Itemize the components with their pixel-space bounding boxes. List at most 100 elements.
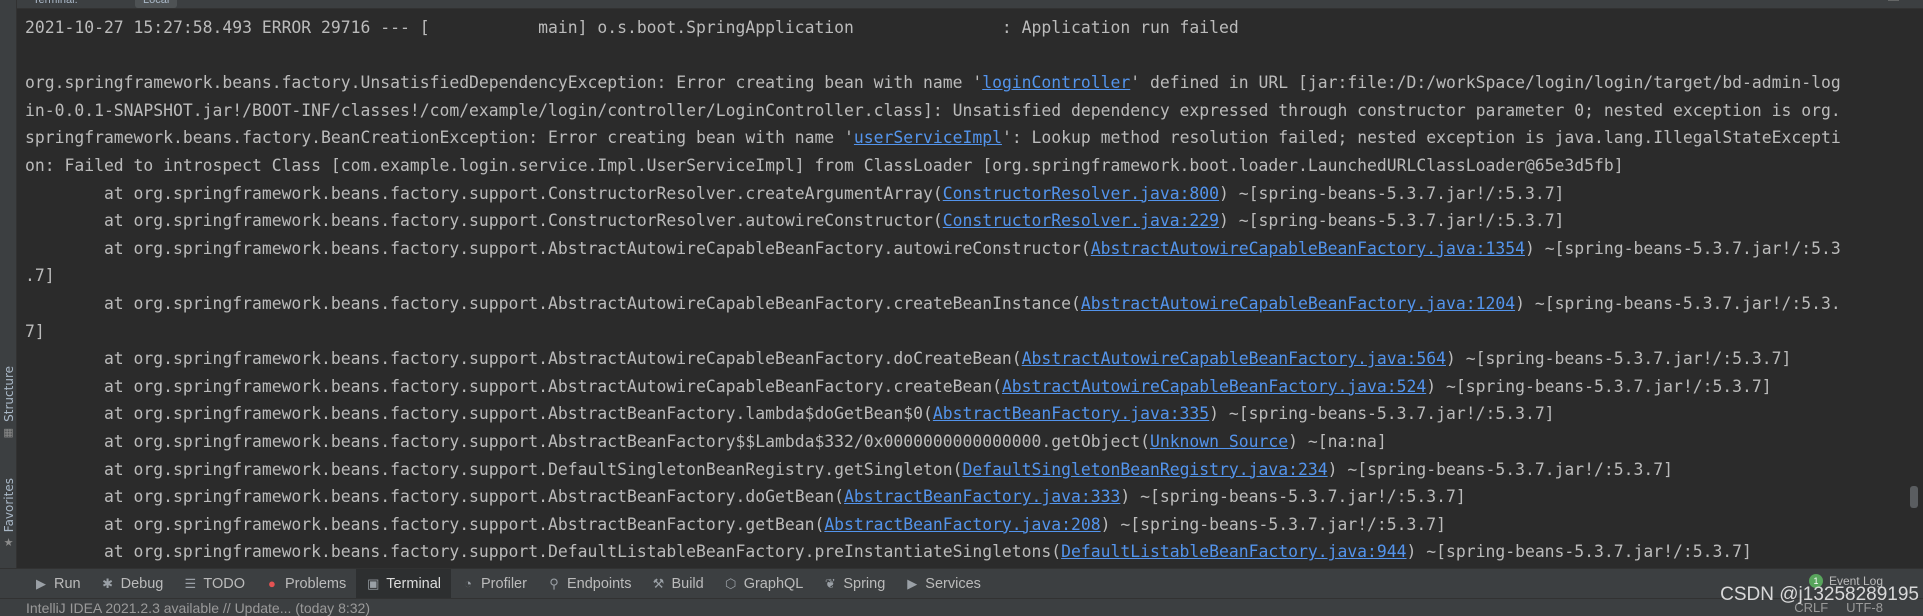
services-icon: ▶	[907, 575, 918, 591]
minimize-icon[interactable]: —	[1888, 0, 1899, 6]
log-text: at org.springframework.beans.factory.sup…	[25, 431, 1150, 451]
watermark: CSDN @j13258289195	[1720, 584, 1919, 605]
tool-label: TODO	[203, 575, 245, 592]
log-text: ) ~[spring-beans-5.3.7.jar!/:5.3.	[1515, 293, 1841, 313]
log-text: at org.springframework.beans.factory.sup…	[25, 514, 825, 534]
tool-label: Endpoints	[566, 575, 632, 592]
profiler-icon: ◔	[464, 576, 472, 591]
tool-label: Terminal	[386, 575, 442, 592]
error-circle-icon: ●	[268, 576, 276, 591]
log-line: at org.springframework.beans.factory.sup…	[25, 235, 1905, 263]
log-text: ) ~[spring-beans-5.3.7.jar!/:5.3.7]	[1120, 487, 1466, 507]
tool-endpoints[interactable]: ⚲ Endpoints	[537, 569, 642, 599]
log-line: at org.springframework.beans.factory.sup…	[25, 428, 1905, 456]
tool-spring[interactable]: ❦ Spring	[813, 569, 895, 599]
play-icon: ▶	[36, 575, 46, 591]
tool-terminal[interactable]: ▣ Terminal	[356, 568, 452, 599]
terminal-output[interactable]: 2021-10-27 15:27:58.493 ERROR 29716 --- …	[17, 10, 1905, 568]
tool-label: Build	[671, 575, 704, 592]
tool-services[interactable]: ▶ Services	[895, 569, 991, 599]
terminal-icon: ▣	[367, 575, 380, 591]
log-text: ) ~[spring-beans-5.3.7.jar!/:5.3.7]	[1209, 404, 1555, 424]
source-link[interactable]: AbstractAutowireCapableBeanFactory.java:…	[1091, 239, 1525, 258]
source-link[interactable]: ConstructorResolver.java:800	[943, 184, 1219, 203]
log-text: ) ~[spring-beans-5.3.7.jar!/:5.3.7]	[1426, 376, 1772, 396]
log-text: at org.springframework.beans.factory.sup…	[25, 542, 1062, 562]
log-line: at org.springframework.beans.factory.sup…	[25, 511, 1905, 539]
source-link[interactable]: AbstractBeanFactory.java:335	[933, 404, 1209, 423]
log-text: on: Failed to introspect Class [com.exam…	[25, 155, 1624, 175]
log-text: ': Lookup method resolution failed; nest…	[1001, 128, 1841, 148]
left-tool-strip: Structure ▦ Favorites ★	[0, 0, 17, 568]
log-text: in-0.0.1-SNAPSHOT.jar!/BOOT-INF/classes!…	[25, 100, 1841, 120]
source-link[interactable]: ConstructorResolver.java:229	[943, 211, 1219, 230]
tool-label: Services	[925, 575, 981, 592]
bug-icon: ✱	[102, 575, 114, 591]
tab-local[interactable]: Local	[135, 0, 178, 8]
status-message[interactable]: IntelliJ IDEA 2021.2.3 available // Upda…	[26, 600, 370, 616]
tool-run[interactable]: ▶ Run	[24, 569, 91, 599]
tool-label: Debug	[120, 575, 164, 592]
log-text: 2021-10-27 15:27:58.493 ERROR 29716 --- …	[25, 18, 1239, 37]
tool-label: Run	[54, 575, 81, 592]
log-text: .7]	[25, 266, 55, 286]
spring-leaf-icon: ❦	[824, 575, 836, 591]
log-line: at org.springframework.beans.factory.sup…	[25, 345, 1905, 373]
structure-tab-label: Structure	[1, 366, 16, 422]
source-link[interactable]: loginController	[982, 73, 1130, 92]
log-text: ) ~[spring-beans-5.3.7.jar!/:5.3.7]	[1219, 183, 1565, 203]
favorites-tab[interactable]: Favorites ★	[0, 478, 17, 549]
star-icon: ★	[3, 537, 14, 550]
endpoints-icon: ⚲	[549, 575, 559, 591]
structure-tab[interactable]: Structure ▦	[0, 366, 17, 439]
log-line: 7]	[25, 318, 1905, 346]
terminal-title: Terminal:	[33, 0, 78, 6]
log-text: at org.springframework.beans.factory.sup…	[25, 376, 1002, 396]
log-text: at org.springframework.beans.factory.sup…	[25, 293, 1081, 313]
tool-problems[interactable]: ● Problems	[255, 569, 356, 599]
tool-label: Spring	[843, 575, 886, 592]
log-line: at org.springframework.beans.factory.sup…	[25, 483, 1905, 511]
vertical-scrollbar[interactable]	[1905, 10, 1923, 568]
graphql-icon: ⬡	[725, 575, 737, 591]
status-bar: IntelliJ IDEA 2021.2.3 available // Upda…	[0, 598, 1923, 616]
source-link[interactable]: AbstractAutowireCapableBeanFactory.java:…	[1002, 377, 1426, 396]
hammer-icon: ⚒	[652, 575, 665, 591]
tool-build[interactable]: ⚒ Build	[641, 569, 713, 599]
log-text: ) ~[na:na]	[1288, 431, 1387, 451]
log-line: 2021-10-27 15:27:58.493 ERROR 29716 --- …	[25, 14, 1905, 42]
log-text: 7]	[25, 321, 45, 341]
tool-profiler[interactable]: ◔ Profiler	[451, 569, 537, 599]
log-text: at org.springframework.beans.factory.sup…	[25, 487, 845, 507]
log-line: .7]	[25, 262, 1905, 290]
log-text: ) ~[spring-beans-5.3.7.jar!/:5.3.7]	[1327, 459, 1673, 479]
tool-label: GraphQL	[743, 575, 804, 592]
log-line: at org.springframework.beans.factory.sup…	[25, 180, 1905, 208]
log-text: ) ~[spring-beans-5.3.7.jar!/:5.3.7]	[1446, 349, 1792, 369]
source-link[interactable]: DefaultSingletonBeanRegistry.java:234	[962, 460, 1327, 479]
log-text: org.springframework.beans.factory.Unsati…	[25, 73, 983, 93]
log-line: springframework.beans.factory.BeanCreati…	[25, 124, 1905, 152]
log-text: at org.springframework.beans.factory.sup…	[25, 183, 943, 203]
tool-todo[interactable]: ☰ TODO	[173, 569, 255, 599]
log-line: at org.springframework.beans.factory.sup…	[25, 538, 1905, 566]
source-link[interactable]: AbstractAutowireCapableBeanFactory.java:…	[1022, 349, 1446, 368]
log-text: at org.springframework.beans.factory.sup…	[25, 459, 963, 479]
tool-debug[interactable]: ✱ Debug	[91, 569, 174, 599]
tool-graphql[interactable]: ⬡ GraphQL	[714, 569, 814, 599]
log-text: at org.springframework.beans.factory.sup…	[25, 404, 933, 424]
source-link[interactable]: AbstractBeanFactory.java:333	[844, 487, 1120, 506]
source-link[interactable]: AbstractBeanFactory.java:208	[824, 515, 1100, 534]
source-link[interactable]: userServiceImpl	[854, 128, 1002, 147]
source-link[interactable]: AbstractAutowireCapableBeanFactory.java:…	[1081, 294, 1515, 313]
scrollbar-thumb[interactable]	[1910, 486, 1918, 508]
log-text: ) ~[spring-beans-5.3.7.jar!/:5.3.7]	[1406, 542, 1752, 562]
log-text: ) ~[spring-beans-5.3.7.jar!/:5.3.7]	[1219, 211, 1565, 231]
source-link[interactable]: Unknown Source	[1150, 432, 1288, 451]
log-text: ) ~[spring-beans-5.3.7.jar!/:5.3	[1524, 238, 1841, 258]
source-link[interactable]: DefaultListableBeanFactory.java:944	[1061, 542, 1406, 561]
log-line: at org.springframework.beans.factory.sup…	[25, 373, 1905, 401]
log-line: on: Failed to introspect Class [com.exam…	[25, 152, 1905, 180]
log-line: at org.springframework.beans.factory.sup…	[25, 400, 1905, 428]
